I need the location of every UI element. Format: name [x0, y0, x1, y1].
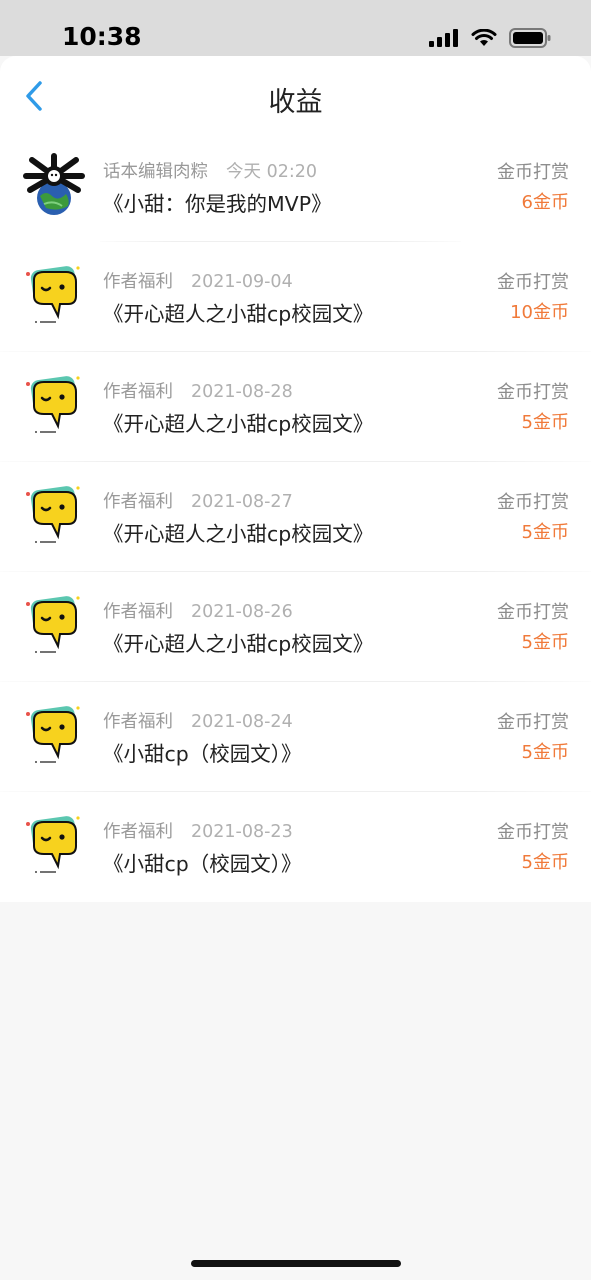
signal-icon — [429, 29, 458, 47]
record-date: 今天 02:20 — [226, 162, 317, 182]
record-date: 2021-09-04 — [191, 272, 293, 292]
wifi-icon — [471, 29, 497, 46]
income-row[interactable]: 作者福利 2021-09-04 《开心超人之小甜cp校园文》 金币打赏 10金币 — [0, 242, 591, 352]
record-meta: 作者福利 2021-08-24 — [103, 708, 293, 733]
record-book-title: 《开心超人之小甜cp校园文》 — [103, 522, 374, 546]
record-source: 作者福利 — [103, 822, 173, 842]
record-source: 作者福利 — [103, 382, 173, 402]
chat-bubble-avatar — [26, 266, 80, 323]
record-source: 作者福利 — [103, 602, 173, 622]
record-amount: 5金币 — [521, 412, 569, 433]
page-title: 收益 — [268, 87, 323, 118]
record-amount: 10金币 — [510, 302, 569, 323]
record-type: 金币打赏 — [497, 822, 569, 843]
record-source: 作者福利 — [103, 272, 173, 292]
nav-bar: 收益 — [0, 56, 591, 132]
record-type: 金币打赏 — [497, 492, 569, 513]
record-meta: 作者福利 2021-08-27 — [103, 488, 293, 513]
status-bar: 10:38 — [0, 0, 591, 56]
record-book-title: 《开心超人之小甜cp校园文》 — [103, 412, 374, 436]
battery-icon — [509, 28, 551, 48]
income-row[interactable]: 作者福利 2021-08-24 《小甜cp（校园文）》 金币打赏 5金币 — [0, 682, 591, 792]
record-amount: 5金币 — [521, 852, 569, 873]
chat-bubble-avatar — [26, 706, 80, 763]
record-type: 金币打赏 — [497, 272, 569, 293]
record-source: 作者福利 — [103, 712, 173, 732]
record-type: 金币打赏 — [497, 382, 569, 403]
chat-bubble-avatar — [26, 816, 80, 873]
record-book-title: 《开心超人之小甜cp校园文》 — [103, 632, 374, 656]
record-date: 2021-08-26 — [191, 602, 293, 622]
record-source: 作者福利 — [103, 492, 173, 512]
record-amount: 6金币 — [521, 192, 569, 213]
record-meta: 作者福利 2021-08-26 — [103, 598, 293, 623]
record-meta: 作者福利 2021-08-23 — [103, 818, 293, 843]
status-time: 10:38 — [62, 22, 142, 51]
income-row[interactable]: 作者福利 2021-08-23 《小甜cp（校园文）》 金币打赏 5金币 — [0, 792, 591, 902]
record-meta: 作者福利 2021-08-28 — [103, 378, 293, 403]
record-meta: 话本编辑肉粽 今天 02:20 — [103, 158, 317, 183]
chat-bubble-avatar — [26, 486, 80, 543]
record-amount: 5金币 — [521, 632, 569, 653]
editor-avatar — [23, 153, 85, 215]
income-list: 话本编辑肉粽 今天 02:20 《小甜：你是我的MVP》 金币打赏 6金币 作者福… — [0, 132, 591, 902]
income-row[interactable]: 作者福利 2021-08-27 《开心超人之小甜cp校园文》 金币打赏 5金币 — [0, 462, 591, 572]
record-book-title: 《小甜：你是我的MVP》 — [103, 192, 332, 216]
record-type: 金币打赏 — [497, 712, 569, 733]
home-indicator[interactable] — [191, 1260, 401, 1267]
record-date: 2021-08-24 — [191, 712, 293, 732]
income-row[interactable]: 话本编辑肉粽 今天 02:20 《小甜：你是我的MVP》 金币打赏 6金币 — [0, 132, 591, 242]
chat-bubble-avatar — [26, 376, 80, 433]
chat-bubble-avatar — [26, 596, 80, 653]
record-type: 金币打赏 — [497, 162, 569, 183]
record-meta: 作者福利 2021-09-04 — [103, 268, 293, 293]
record-date: 2021-08-28 — [191, 382, 293, 402]
record-type: 金币打赏 — [497, 602, 569, 623]
income-row[interactable]: 作者福利 2021-08-28 《开心超人之小甜cp校园文》 金币打赏 5金币 — [0, 352, 591, 462]
record-amount: 5金币 — [521, 522, 569, 543]
record-date: 2021-08-27 — [191, 492, 293, 512]
record-date: 2021-08-23 — [191, 822, 293, 842]
record-book-title: 《开心超人之小甜cp校园文》 — [103, 302, 374, 326]
record-book-title: 《小甜cp（校园文）》 — [103, 852, 302, 876]
record-amount: 5金币 — [521, 742, 569, 763]
status-icons — [429, 28, 551, 48]
record-source: 话本编辑肉粽 — [103, 162, 208, 182]
income-row[interactable]: 作者福利 2021-08-26 《开心超人之小甜cp校园文》 金币打赏 5金币 — [0, 572, 591, 682]
record-book-title: 《小甜cp（校园文）》 — [103, 742, 302, 766]
